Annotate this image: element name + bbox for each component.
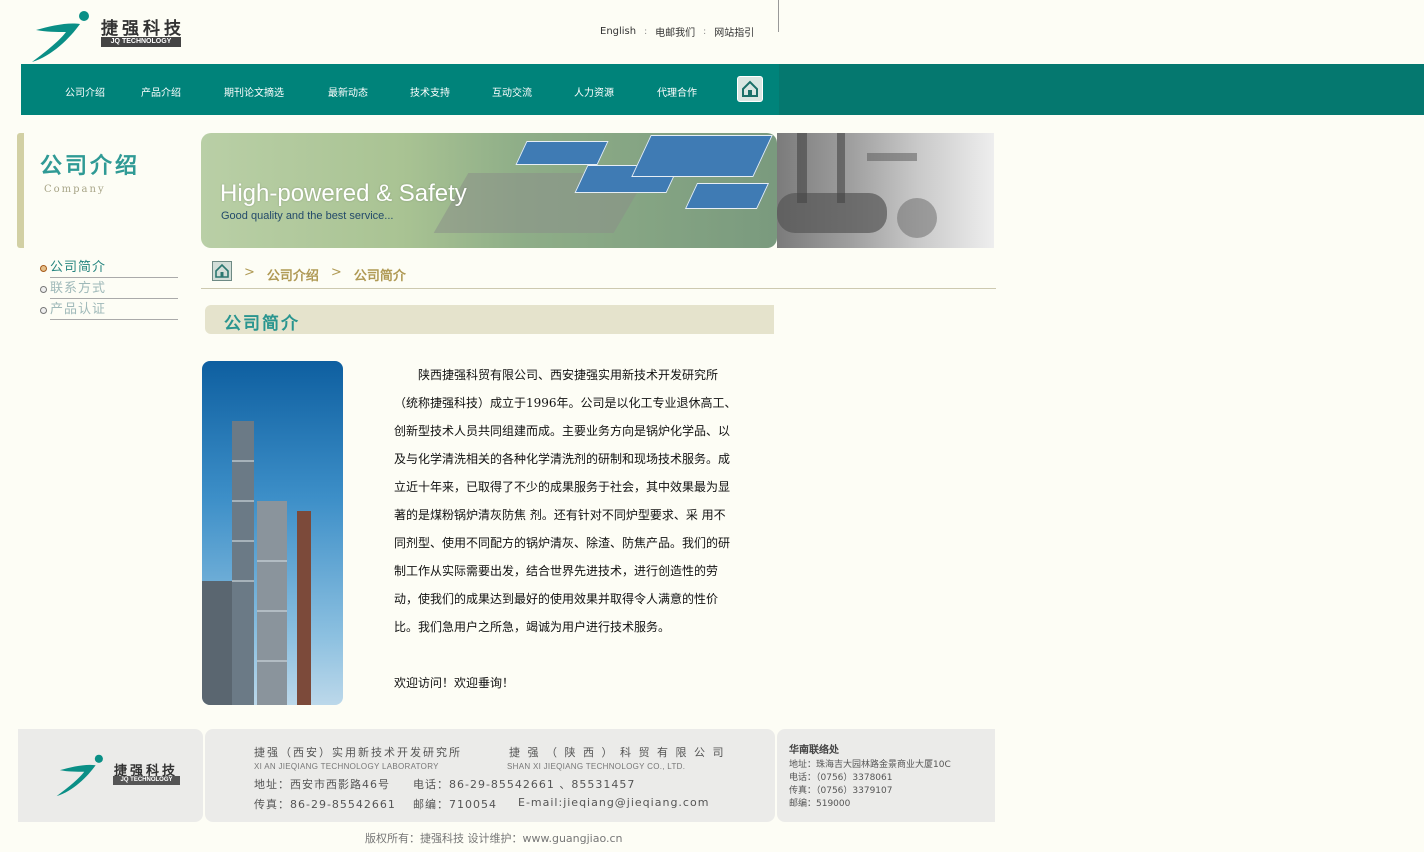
profile-line: 及与化学清洗相关的各种化学清洗剂的研制和现场技术服务。成 <box>394 452 731 466</box>
profile-line: 创新型技术人员共同组建而成。主要业务方向是锅炉化学品、以 <box>394 424 731 438</box>
footer-south-postcode: 邮编：519000 <box>789 799 851 809</box>
footer-org1-en: XI AN JIEQIANG TECHNOLOGY LABORATORY <box>254 762 439 771</box>
section-accent-bar <box>17 133 24 248</box>
profile-line: 动，使我们的成果达到最好的使用效果并取得令人满意的性价 <box>394 592 719 606</box>
footer-logo-swoosh-icon <box>55 752 107 798</box>
footer-org1-cn: 捷强（西安）实用新技术开发研究所 <box>254 746 462 759</box>
breadcrumb-item: 公司简介 <box>353 269 406 284</box>
profile-line: 制工作从实际需要出发，结合世界先进技术，进行创造性的劳 <box>394 564 719 578</box>
top-links: English : 电邮我们 : 网站指引 <box>600 24 754 39</box>
profile-line: 立近十年来，已取得了不少的成果服务于社会，其中效果最为显 <box>394 480 731 494</box>
refinery-tower-image <box>202 361 343 705</box>
brand-name-en: JQ TECHNOLOGY <box>101 37 181 47</box>
banner-factory <box>515 141 609 165</box>
side-item-label: 公司简介 <box>50 259 178 278</box>
footer-org2-en: SHAN XI JIEQIANG TECHNOLOGY CO., LTD. <box>507 762 686 771</box>
company-profile-text: 陕西捷强科贸有限公司、西安捷强实用新技术开发研究所 （统称捷强科技）成立于199… <box>394 361 764 641</box>
logo-swoosh-icon <box>30 8 94 64</box>
banner-factory <box>631 135 773 177</box>
footer-south-fax: 传真：（0756）3379107 <box>789 786 893 796</box>
bullet-icon <box>40 286 47 293</box>
banner-title: High-powered & Safety <box>220 180 467 207</box>
nav-item-news[interactable]: 最新动态 <box>328 84 368 99</box>
footer-fax: 传真：86-29-85542661 <box>254 798 396 811</box>
copyright-text: 版权所有：捷强科技 设计维护：www.guangjiao.cn <box>365 832 623 845</box>
profile-line: （统称捷强科技）成立于1996年。公司是以化工专业退休高工、 <box>394 396 737 410</box>
footer-org2-cn: 捷 强 （ 陕 西 ） 科 贸 有 限 公 司 <box>509 746 726 759</box>
banner-factory <box>684 183 770 209</box>
brand-name-cn: 捷强科技 <box>101 19 185 39</box>
link-separator: : <box>644 26 648 37</box>
section-title: 公司介绍 <box>40 154 141 179</box>
home-icon <box>742 80 758 97</box>
footer-address: 地址：西安市西影路46号 <box>254 778 390 791</box>
chevron-right-icon: > <box>330 265 342 280</box>
nav-item-agency[interactable]: 代理合作 <box>657 84 697 99</box>
side-item-contact[interactable]: 联系方式 <box>40 279 178 300</box>
nav-item-products[interactable]: 产品介绍 <box>141 84 181 99</box>
side-item-label: 联系方式 <box>50 280 178 299</box>
nav-item-interaction[interactable]: 互动交流 <box>492 84 532 99</box>
header-divider <box>778 0 779 32</box>
bullet-icon <box>40 265 47 272</box>
chevron-right-icon: > <box>244 265 255 280</box>
welcome-text: 欢迎访问！欢迎垂询！ <box>394 676 515 690</box>
footer-postcode: 邮编：710054 <box>413 798 497 811</box>
footer-brand-en: JQ TECHNOLOGY <box>113 776 180 785</box>
footer-south-address: 地址：珠海吉大园林路金景商业大厦10C <box>789 760 951 770</box>
profile-line: 同剂型、使用不同配方的锅炉清灰、除渣、防焦产品。我们的研 <box>394 536 731 550</box>
footer-south-title: 华南联络处 <box>789 745 839 756</box>
section-subtitle: Company <box>44 184 106 195</box>
link-english[interactable]: English <box>600 26 636 37</box>
page-title: 公司简介 <box>224 314 300 334</box>
home-button[interactable] <box>737 76 763 102</box>
nav-item-support[interactable]: 技术支持 <box>410 84 450 99</box>
profile-line: 陕西捷强科贸有限公司、西安捷强实用新技术开发研究所 <box>394 368 719 382</box>
breadcrumb-home-button[interactable] <box>212 261 232 281</box>
side-item-profile[interactable]: 公司简介 <box>40 258 178 279</box>
breadcrumb-divider <box>201 288 996 289</box>
home-icon <box>215 263 229 278</box>
footer-phone: 电话：86-29-85542661 、85531457 <box>413 778 636 791</box>
profile-line: 比。我们急用户之所急，竭诚为用户进行技术服务。 <box>394 620 671 634</box>
nav-item-papers[interactable]: 期刊论文摘选 <box>224 84 284 99</box>
link-site-guide[interactable]: 网站指引 <box>714 24 754 39</box>
bullet-icon <box>40 307 47 314</box>
banner-subtitle: Good quality and the best service... <box>221 210 394 222</box>
breadcrumb: > 公司介绍 > 公司简介 <box>244 265 406 284</box>
profile-line: 著的是煤粉锅炉清灰防焦 剂。还有针对不同炉型要求、采 用不 <box>394 508 726 522</box>
nav-item-company[interactable]: 公司介绍 <box>65 84 105 99</box>
side-menu: 公司简介 联系方式 产品认证 <box>40 258 178 321</box>
nav-extension <box>779 64 1424 115</box>
footer-email-link[interactable]: E-mail:jieqiang@jieqiang.com <box>518 796 709 809</box>
side-item-certification[interactable]: 产品认证 <box>40 300 178 321</box>
link-separator: : <box>703 26 707 37</box>
link-email-us[interactable]: 电邮我们 <box>655 24 695 39</box>
breadcrumb-item[interactable]: 公司介绍 <box>267 265 319 284</box>
side-item-label: 产品认证 <box>50 301 178 320</box>
nav-item-hr[interactable]: 人力资源 <box>574 84 614 99</box>
machinery-image <box>777 133 994 248</box>
footer-south-phone: 电话：（0756）3378061 <box>789 773 893 783</box>
